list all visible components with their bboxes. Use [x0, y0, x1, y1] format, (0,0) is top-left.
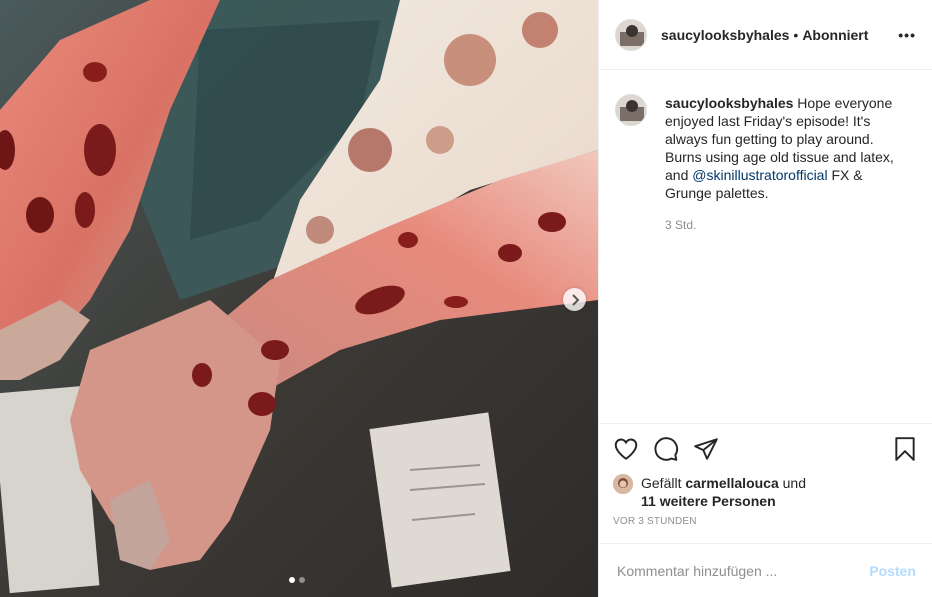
post-actions: Gefällt carmellalouca und 11 weitere Per…: [599, 423, 932, 543]
likes-text: Gefällt carmellalouca und 11 weitere Per…: [641, 474, 806, 510]
likes-conjunction: und: [778, 475, 806, 491]
instagram-post: saucylooksbyhales • Abonniert ••• saucyl…: [0, 0, 932, 597]
caption-text: saucylooksbyhales Hope everyone enjoyed …: [665, 94, 901, 202]
follow-status[interactable]: Abonniert: [802, 27, 868, 43]
post-photo: [0, 0, 598, 597]
caption-relative-time[interactable]: 3 Std.: [665, 218, 916, 232]
profile-photo: [616, 19, 646, 50]
caption-username[interactable]: saucylooksbyhales: [665, 95, 793, 111]
carousel-indicator: [289, 577, 305, 583]
more-horizontal-icon[interactable]: •••: [898, 27, 916, 43]
comment-icon[interactable]: [653, 436, 679, 462]
caption-row: saucylooksbyhales Hope everyone enjoyed …: [615, 94, 916, 202]
post-comment-button[interactable]: Posten: [869, 563, 916, 579]
post-header: saucylooksbyhales • Abonniert •••: [599, 0, 932, 70]
avatar[interactable]: [615, 18, 647, 51]
caption-avatar[interactable]: [615, 94, 647, 126]
post-timestamp[interactable]: VOR 3 STUNDEN: [613, 516, 918, 527]
likes-summary: Gefällt carmellalouca und 11 weitere Per…: [613, 474, 918, 510]
carousel-next-button[interactable]: [563, 288, 586, 311]
comment-input[interactable]: [615, 561, 870, 580]
action-icons: [613, 434, 918, 464]
liker-username[interactable]: carmellalouca: [685, 475, 778, 491]
paper-plane-icon[interactable]: [693, 436, 719, 462]
carousel-dot-active: [289, 577, 295, 583]
liker-avatar[interactable]: [613, 474, 633, 494]
liker-photo: [613, 474, 633, 494]
heart-icon[interactable]: [613, 436, 639, 462]
carousel-dot: [299, 577, 305, 583]
likes-prefix: Gefällt: [641, 475, 686, 491]
bookmark-icon[interactable]: [892, 436, 918, 462]
chevron-right-icon: [571, 293, 579, 306]
likes-others-link[interactable]: 11 weitere Personen: [641, 493, 776, 509]
post-media[interactable]: [0, 0, 598, 597]
comments-section: saucylooksbyhales Hope everyone enjoyed …: [599, 70, 932, 423]
header-separator: •: [793, 26, 799, 43]
comment-form: Posten: [599, 543, 932, 597]
post-sidebar: saucylooksbyhales • Abonniert ••• saucyl…: [598, 0, 932, 597]
header-username[interactable]: saucylooksbyhales: [661, 27, 789, 43]
profile-photo: [616, 95, 646, 125]
caption-mention-link[interactable]: @skinillustratorofficial: [692, 167, 827, 183]
